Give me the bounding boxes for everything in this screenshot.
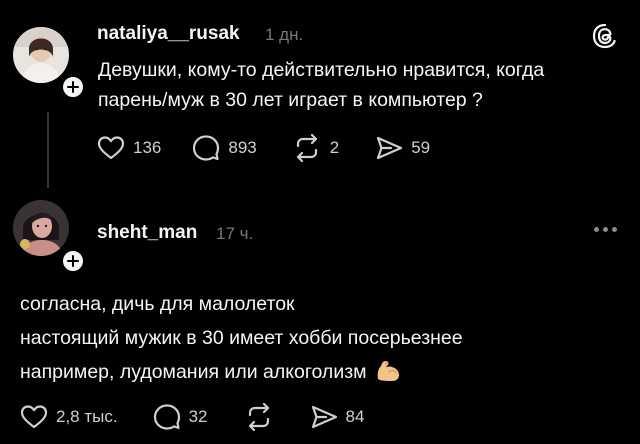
share-icon [377,136,403,160]
thread-line [47,112,49,188]
repost-count: 2 [329,138,340,157]
like-button[interactable]: 2,8 тыс. [20,404,118,430]
repost-icon [248,403,269,431]
share-icon [311,405,337,429]
more-dots-icon [603,227,608,232]
repost-icon [296,134,317,162]
heart-icon [20,405,48,429]
post-text: Девушки, кому-то действительно нравится,… [98,55,544,115]
follow-button[interactable] [60,248,86,274]
avatar-photo [13,200,69,256]
more-dots-icon [594,227,599,232]
post-text-line: Девушки, кому-то действительно нравится,… [98,59,545,81]
comment-button[interactable]: 32 [153,403,208,431]
comment-icon [153,404,180,430]
avatar-photo [13,27,69,83]
threads-logo-icon[interactable] [591,22,619,50]
more-dots-icon [612,227,617,232]
reply-username[interactable]: sheht_man [97,222,197,244]
more-button[interactable] [594,227,621,232]
share-button[interactable]: 59 [375,135,430,161]
flexed-biceps-icon [377,361,399,381]
reply-time: 17 ч. [216,224,254,243]
avatar[interactable] [13,27,69,83]
share-count: 59 [411,138,431,157]
plus-icon [67,81,79,93]
reply-actions: 2,8 тыс. 32 84 [20,403,364,431]
reply-text-line-content: например, лудомания или алкоголизм [20,361,367,383]
post-text-line: парень/муж в 30 лет играет в компьютер ? [98,89,483,111]
reply-text-line: например, лудомания или алкоголизм [20,355,463,389]
post-time: 1 дн. [265,25,304,44]
repost-button[interactable]: 2 [292,134,339,162]
repost-button[interactable] [244,403,274,431]
comment-button[interactable]: 893 [192,134,257,162]
plus-icon [67,255,79,267]
comment-count: 893 [228,138,257,157]
like-count: 2,8 тыс. [56,407,118,426]
reply-text-line: согласна, дичь для малолеток [20,293,295,315]
post-actions: 136 893 2 59 [97,134,430,162]
heart-icon [97,136,125,160]
follow-button[interactable] [60,74,86,100]
share-button[interactable]: 84 [310,404,365,430]
like-count: 136 [133,138,162,157]
reply-text-line: настоящий мужик в 30 имеет хобби посерье… [20,327,463,349]
like-button[interactable]: 136 [97,135,161,161]
share-count: 84 [345,407,365,426]
comment-count: 32 [188,407,208,426]
comment-icon [193,135,220,161]
avatar[interactable] [13,200,69,256]
post-username[interactable]: nataliya__rusak [97,23,240,45]
reply-text: согласна, дичь для малолеток настоящий м… [20,287,463,389]
